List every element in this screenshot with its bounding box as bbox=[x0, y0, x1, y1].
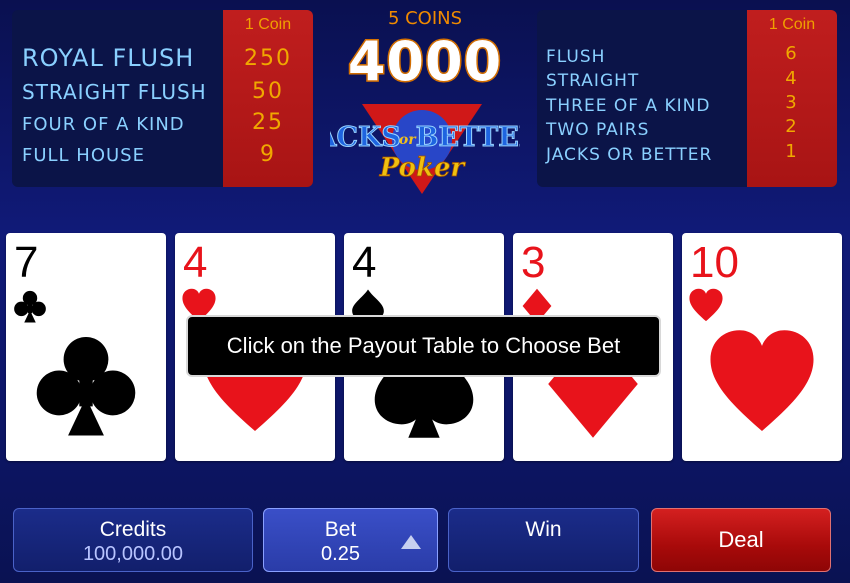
credits-label: Credits bbox=[99, 518, 167, 541]
coin-column-header: 1 Coin bbox=[768, 16, 816, 33]
hand-name-straight-flush: STRAIGHT FLUSH bbox=[22, 80, 207, 104]
hand-pay-straight: 4 bbox=[785, 68, 799, 89]
card-5[interactable]: 10 bbox=[682, 233, 842, 461]
payout-table-right[interactable]: 1 Coin FLUSH 6 STRAIGHT 4 THREE OF A KIN… bbox=[537, 10, 837, 187]
logo-poker-text: Poker bbox=[379, 153, 467, 183]
logo-jacks-better-text: JACKSorBETTER bbox=[330, 122, 520, 153]
hand-pay-two-pairs: 2 bbox=[785, 116, 799, 137]
instruction-message: Click on the Payout Table to Choose Bet bbox=[186, 315, 661, 377]
hand-name-two-pairs: TWO PAIRS bbox=[546, 120, 650, 140]
hand-pay-jacks-or-better: 1 bbox=[785, 141, 799, 162]
club-icon bbox=[36, 336, 136, 436]
hand-pay-three-of-a-kind: 3 bbox=[785, 92, 799, 113]
win-panel: Win bbox=[448, 508, 639, 572]
bet-button[interactable]: Bet 0.25 bbox=[263, 508, 438, 572]
card-1[interactable]: 7 bbox=[6, 233, 166, 461]
bet-increase-arrow-icon[interactable] bbox=[401, 535, 421, 549]
coin-column-header: 1 Coin bbox=[244, 16, 292, 33]
coins-label: 5 COINS bbox=[387, 8, 463, 29]
hand-name-royal-flush: ROYAL FLUSH bbox=[22, 44, 195, 72]
heart-icon bbox=[689, 288, 723, 322]
club-icon bbox=[14, 290, 46, 323]
card-rank: 4 bbox=[183, 238, 208, 287]
credits-panel: Credits 100,000.00 bbox=[13, 508, 253, 572]
deal-button[interactable]: Deal bbox=[651, 508, 831, 572]
card-rank: 10 bbox=[690, 238, 739, 287]
win-label: Win bbox=[525, 518, 562, 541]
hand-pay-flush: 6 bbox=[785, 43, 799, 64]
credits-value: 100,000.00 bbox=[82, 543, 184, 565]
hand-name-jacks-or-better: JACKS OR BETTER bbox=[546, 145, 713, 165]
hand-name-three-of-a-kind: THREE OF A KIND bbox=[546, 96, 711, 116]
jackpot-amount: 4000 bbox=[346, 29, 503, 95]
hand-pay-full-house: 9 bbox=[260, 142, 276, 167]
jacks-or-better-logo: JACKSorBETTER Poker bbox=[330, 104, 520, 194]
hand-pay-royal-flush: 250 bbox=[244, 46, 292, 71]
card-rank: 4 bbox=[352, 238, 377, 287]
card-rank: 3 bbox=[521, 238, 546, 287]
hand-name-four-of-a-kind: FOUR OF A KIND bbox=[22, 114, 185, 135]
hand-name-full-house: FULL HOUSE bbox=[22, 145, 145, 166]
hand-pay-straight-flush: 50 bbox=[252, 79, 284, 104]
card-rank: 7 bbox=[14, 238, 39, 287]
heart-icon bbox=[710, 330, 814, 432]
hand-pay-four-of-a-kind: 25 bbox=[252, 110, 284, 135]
hand-name-flush: FLUSH bbox=[546, 47, 606, 67]
hand-name-straight: STRAIGHT bbox=[546, 71, 640, 91]
payout-table-left[interactable]: 1 Coin ROYAL FLUSH 250 STRAIGHT FLUSH 50… bbox=[12, 10, 313, 187]
